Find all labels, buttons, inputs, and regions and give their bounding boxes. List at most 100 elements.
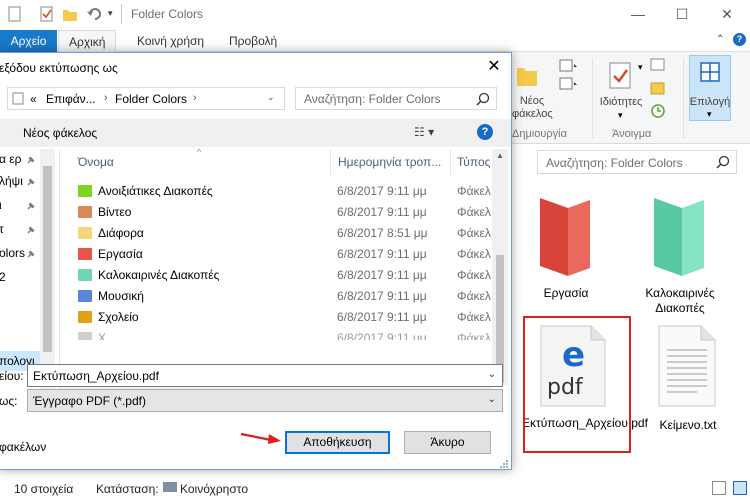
new-folder-label[interactable]: Νέος φάκελος <box>512 95 553 121</box>
properties-icon[interactable] <box>8 6 22 22</box>
cancel-button[interactable]: Άκυρο <box>404 431 491 454</box>
folder-icon <box>654 198 704 276</box>
pin-icon <box>27 156 35 164</box>
search-icon <box>476 92 490 106</box>
chevron-right-icon[interactable]: › <box>193 92 197 104</box>
red-arrow-icon <box>240 432 281 444</box>
text-file-icon <box>658 325 716 407</box>
select-dropdown-icon: ▾ <box>707 109 712 119</box>
new-folder-icon[interactable] <box>515 62 539 88</box>
ribbon-separator <box>592 58 593 138</box>
edit-icon[interactable] <box>650 82 666 96</box>
filetype-select[interactable]: Έγγραφο PDF (*.pdf) ⌄ <box>27 389 503 412</box>
history-icon[interactable] <box>650 104 666 118</box>
properties-large-icon[interactable] <box>608 61 634 91</box>
chevron-down-icon[interactable]: ⌄ <box>488 369 496 380</box>
folder-icon <box>78 311 92 323</box>
tab-share[interactable]: Κοινή χρήση <box>127 30 214 52</box>
minimize-icon[interactable]: — <box>623 4 653 24</box>
close-window-icon[interactable]: ✕ <box>712 4 742 24</box>
group-create-label: Δημιουργία <box>512 128 567 140</box>
file-row[interactable]: Βίντεο 6/8/2017 9:11 μμ Φάκελ <box>60 202 492 223</box>
tab-file[interactable]: Αρχείο <box>0 30 57 52</box>
group-open-label: Άνοιγμα <box>612 128 652 140</box>
chevron-right-icon[interactable]: › <box>104 92 108 104</box>
view-options-icon[interactable]: ☷ ▾ <box>414 125 434 139</box>
select-grid-icon <box>700 62 720 82</box>
pin-icon <box>27 202 35 210</box>
file-row[interactable]: Ανοιξιάτικες Διακοπές 6/8/2017 9:11 μμ Φ… <box>60 181 492 202</box>
pin-icon <box>27 250 35 258</box>
close-icon[interactable]: ✕ <box>481 56 507 78</box>
nav-item[interactable]: 2 <box>0 267 40 287</box>
folder-icon <box>78 185 92 197</box>
properties-label[interactable]: Ιδιότητες <box>597 96 645 109</box>
column-date[interactable]: Ημερομηνία τροπ... <box>338 149 441 175</box>
filename-input[interactable]: Εκτύπωση_Αρχείου.pdf ⌄ <box>27 364 503 387</box>
details-view-icon[interactable] <box>712 481 726 495</box>
file-row[interactable]: Εργασία 6/8/2017 9:11 μμ Φάκελ <box>60 244 492 265</box>
help-icon[interactable]: ? <box>733 33 746 46</box>
scroll-up-icon[interactable]: ▲ <box>496 151 504 160</box>
maximize-icon[interactable]: ☐ <box>667 4 697 24</box>
file-item-summer-folder[interactable]: Καλοκαιρινές Διακοπές <box>625 190 735 320</box>
quick-access-dropdown-icon[interactable]: ▾ <box>108 8 122 24</box>
collapse-ribbon-icon[interactable]: ⌃ <box>716 34 724 45</box>
properties-more-icon[interactable]: ▾ <box>618 110 623 121</box>
search-icon <box>716 155 730 169</box>
file-row[interactable]: Σχολείο 6/8/2017 9:11 μμ Φάκελ <box>60 307 492 328</box>
resize-grip-icon[interactable] <box>499 459 509 469</box>
command-bar: Νέος φάκελος ☷ ▾ ? <box>0 119 511 147</box>
column-separator[interactable] <box>330 149 331 175</box>
breadcrumb-overflow[interactable]: « <box>30 92 37 106</box>
vertical-scrollbar[interactable]: ▲ <box>492 149 508 385</box>
undo-icon[interactable] <box>87 6 101 22</box>
chevron-down-icon[interactable]: ⌄ <box>488 394 496 405</box>
selection-highlight <box>523 316 631 453</box>
file-item-work-folder[interactable]: Εργασία <box>511 190 621 300</box>
tab-view[interactable]: Προβολή <box>219 30 287 52</box>
file-item-text[interactable]: Κείμενο.txt <box>633 318 743 438</box>
folder-icon <box>78 332 92 340</box>
folder-icon[interactable] <box>63 6 77 22</box>
hide-folders-toggle[interactable]: φακέλων <box>0 440 46 454</box>
ribbon-tabs: Αρχείο Αρχική Κοινή χρήση Προβολή ⌃ ? <box>0 30 750 52</box>
tab-home[interactable]: Αρχική <box>58 30 117 52</box>
status-state-label: Κατάσταση: <box>96 482 159 496</box>
checklist-icon[interactable] <box>40 6 54 22</box>
scrollbar-thumb[interactable] <box>43 166 52 352</box>
column-type[interactable]: Τύπος <box>457 149 490 175</box>
filename-label: είου: <box>0 369 24 383</box>
title-divider <box>121 4 122 24</box>
select-button[interactable]: Επιλογή ▾ <box>689 55 731 121</box>
folder-icon <box>78 269 92 281</box>
dialog-search-input[interactable]: Αναζήτηση: Folder Colors <box>295 87 497 110</box>
large-icons-view-icon[interactable] <box>733 481 747 495</box>
explorer-search-input[interactable]: Αναζήτηση: Folder Colors <box>537 150 737 174</box>
new-item-icon[interactable] <box>558 58 580 74</box>
column-separator[interactable] <box>450 149 451 175</box>
save-button[interactable]: Αποθήκευση <box>285 431 390 454</box>
properties-dropdown-icon[interactable]: ▾ <box>638 62 643 73</box>
address-bar[interactable]: « Επιφάν... › Folder Colors › ⌄ <box>7 87 285 110</box>
file-row[interactable]: Μουσική 6/8/2017 9:11 μμ Φάκελ <box>60 286 492 307</box>
file-row[interactable]: Καλοκαιρινές Διακοπές 6/8/2017 9:11 μμ Φ… <box>60 265 492 286</box>
folder-icon <box>78 206 92 218</box>
column-name[interactable]: Όνομα <box>78 149 114 175</box>
breadcrumb-folder-colors[interactable]: Folder Colors <box>115 92 187 106</box>
easy-access-icon[interactable] <box>558 76 580 92</box>
save-dialog: εξόδου εκτύπωσης ως ✕ « Επιφάν... › Fold… <box>0 52 512 470</box>
breadcrumb-desktop[interactable]: Επιφάν... <box>46 92 96 106</box>
ribbon-separator <box>683 58 684 138</box>
chevron-down-icon[interactable]: ⌄ <box>267 92 275 103</box>
file-row[interactable]: Χ... 6/8/2017 9:11 μμ Φάκελ <box>60 328 492 340</box>
folder-icon <box>78 248 92 260</box>
share-icon <box>163 482 177 492</box>
file-row[interactable]: Διάφορα 6/8/2017 8:51 μμ Φάκελ <box>60 223 492 244</box>
select-label: Επιλογή <box>689 96 731 108</box>
item-count: 10 στοιχεία <box>14 482 74 496</box>
help-icon[interactable]: ? <box>477 124 493 140</box>
folder-icon <box>78 290 92 302</box>
open-icon[interactable] <box>650 58 666 72</box>
new-folder-button[interactable]: Νέος φάκελος <box>23 126 97 140</box>
